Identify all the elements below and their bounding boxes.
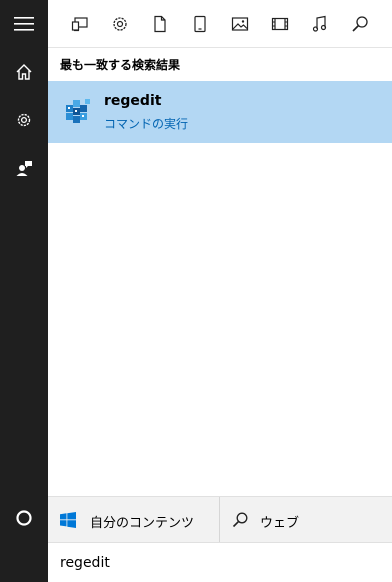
search-scope-bar: 自分のコンテンツ ウェブ: [48, 496, 392, 543]
best-match-header: 最も一致する検索結果: [60, 58, 181, 72]
film-icon: [271, 17, 289, 31]
filter-device-button[interactable]: [184, 8, 216, 40]
photo-icon: [231, 17, 249, 31]
search-filter-bar: [48, 0, 392, 48]
search-input[interactable]: regedit: [60, 555, 110, 571]
result-subtitle: コマンドの実行: [104, 117, 189, 131]
hamburger-menu-button[interactable]: [0, 0, 48, 48]
cortana-circle-icon: [16, 510, 32, 526]
search-box[interactable]: regedit: [48, 542, 392, 582]
web-label: ウェブ: [260, 516, 300, 531]
feedback-button[interactable]: [0, 144, 48, 192]
home-button[interactable]: [0, 48, 48, 96]
filter-music-button[interactable]: [304, 8, 336, 40]
my-content-button[interactable]: 自分のコンテンツ: [48, 497, 220, 543]
document-icon: [154, 15, 166, 33]
filter-apps-button[interactable]: [64, 8, 96, 40]
best-match-result[interactable]: regedit コマンドの実行: [48, 81, 392, 143]
search-icon: [232, 512, 248, 528]
start-rail: [0, 0, 48, 582]
search-icon: [352, 16, 368, 32]
registry-editor-icon: [66, 99, 90, 123]
filter-settings-button[interactable]: [104, 8, 136, 40]
tablet-icon: [194, 15, 206, 33]
gear-icon: [113, 17, 127, 31]
filter-search-button[interactable]: [344, 8, 376, 40]
home-icon: [16, 64, 32, 80]
filter-documents-button[interactable]: [144, 8, 176, 40]
filter-photos-button[interactable]: [224, 8, 256, 40]
gear-icon: [17, 113, 31, 127]
hamburger-icon: [14, 17, 34, 31]
filter-videos-button[interactable]: [264, 8, 296, 40]
my-content-label: 自分のコンテンツ: [90, 516, 195, 531]
feedback-icon: [16, 161, 32, 176]
windows-logo-icon: [60, 512, 76, 528]
web-button[interactable]: ウェブ: [220, 497, 392, 543]
settings-button[interactable]: [0, 96, 48, 144]
result-title: regedit: [104, 93, 162, 109]
apps-icon: [71, 17, 88, 32]
cortana-button[interactable]: [0, 494, 48, 542]
music-note-icon: [312, 15, 327, 32]
